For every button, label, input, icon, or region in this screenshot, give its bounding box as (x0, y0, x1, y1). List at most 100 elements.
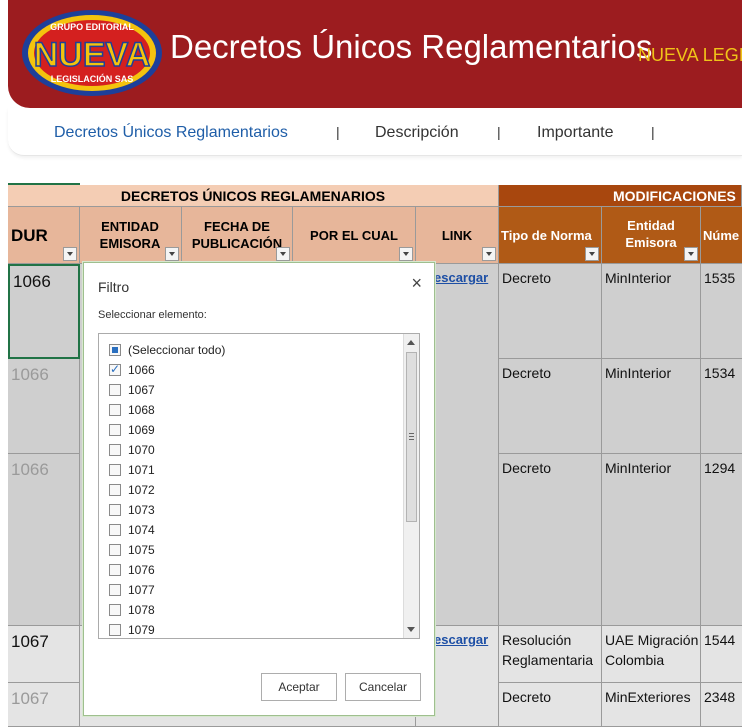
col-header-numero: Núme (701, 207, 742, 264)
nueva-legislacion-logo[interactable]: GRUPO EDITORIAL NUEVA LEGISLACIÓN SAS (20, 8, 165, 98)
filter-dropdown-fecha[interactable] (276, 247, 290, 261)
table-cell-entidad[interactable]: MinExteriores (602, 683, 701, 727)
col-header-link: LINK (416, 207, 499, 264)
filter-dropdown-entidad-emisora[interactable] (684, 247, 698, 261)
filter-item-list[interactable]: (Seleccionar todo) 1066 1067 1068 1069 1… (98, 333, 420, 639)
checkbox-icon[interactable] (109, 624, 121, 636)
list-item[interactable]: 1070 (109, 440, 155, 460)
list-item[interactable]: 1078 (109, 600, 155, 620)
group-header-modificaciones: MODIFICACIONES (499, 185, 742, 207)
cell-text: Resolución Reglamentaria (502, 632, 594, 668)
table-cell-tipo[interactable]: Decreto (499, 264, 602, 359)
cell-text: Decreto (502, 689, 552, 705)
list-item[interactable]: 1075 (109, 540, 155, 560)
table-cell-numero[interactable]: 2348 (701, 683, 742, 727)
scroll-thumb[interactable] (406, 352, 417, 522)
table-cell-entidad[interactable]: MinInterior (602, 454, 701, 626)
accept-button[interactable]: Aceptar (261, 673, 337, 701)
nav-link-decretos[interactable]: Decretos Únicos Reglamentarios (54, 124, 288, 142)
nav-link-importante[interactable]: Importante (537, 124, 613, 142)
checkbox-icon[interactable] (109, 464, 121, 476)
dialog-title: Filtro (98, 279, 130, 295)
checkbox-icon[interactable] (109, 424, 121, 436)
col-header-entidad: ENTIDAD EMISORA (80, 207, 182, 264)
cell-text: 1066 (11, 460, 49, 479)
checkbox-icon[interactable] (109, 584, 121, 596)
cell-text: UAE Migración Colombia (605, 632, 699, 668)
checkbox-icon[interactable] (109, 544, 121, 556)
list-item-label: 1068 (128, 403, 155, 417)
filter-dropdown-link[interactable] (482, 247, 496, 261)
table-cell-tipo[interactable]: Decreto (499, 683, 602, 727)
list-item-label: 1069 (128, 423, 155, 437)
cell-text: MinExteriores (605, 689, 691, 705)
table-cell-numero[interactable]: 1544 (701, 626, 742, 683)
table-cell-numero[interactable]: 1535 (701, 264, 742, 359)
checkbox-icon[interactable] (109, 362, 121, 376)
table-cell-entidad[interactable]: MinInterior (602, 359, 701, 454)
list-item[interactable]: 1076 (109, 560, 155, 580)
table-cell-dur[interactable]: 1066 (8, 264, 80, 359)
table-cell-dur[interactable]: 1066 (8, 454, 80, 626)
cell-text: MinInterior (605, 270, 672, 286)
checkbox-icon[interactable] (109, 604, 121, 616)
banner-subtitle: NUEVA LEGIS (638, 45, 742, 65)
checkbox-icon[interactable] (109, 484, 121, 496)
cell-text: 2348 (704, 689, 736, 705)
list-item[interactable]: 1079 (109, 620, 155, 638)
list-item[interactable]: 1072 (109, 480, 155, 500)
table-cell-dur[interactable]: 1067 (8, 683, 80, 727)
grip-line (409, 439, 414, 440)
checkbox-icon[interactable] (109, 524, 121, 536)
list-item[interactable]: 1069 (109, 420, 155, 440)
cell-text: 1067 (11, 632, 49, 651)
filter-dropdown-entidad[interactable] (165, 247, 179, 261)
cancel-button[interactable]: Cancelar (345, 673, 421, 701)
list-item[interactable]: (Seleccionar todo) (109, 340, 225, 360)
list-item-label: 1076 (128, 563, 155, 577)
nav-link-descripcion[interactable]: Descripción (375, 124, 459, 142)
table-cell-tipo[interactable]: Decreto (499, 359, 602, 454)
checkbox-icon[interactable] (109, 504, 121, 516)
table-cell-dur[interactable]: 1067 (8, 626, 80, 683)
cell-text: 1535 (704, 270, 736, 286)
download-link[interactable]: escargar (434, 268, 488, 288)
checkbox-icon[interactable] (109, 344, 121, 356)
svg-text:GRUPO EDITORIAL: GRUPO EDITORIAL (50, 22, 134, 32)
list-item[interactable]: 1071 (109, 460, 155, 480)
checkbox-icon[interactable] (109, 444, 121, 456)
grip-line (409, 436, 414, 437)
col-header-fecha: FECHA DE PUBLICACIÓN (182, 207, 293, 264)
table-cell-numero[interactable]: 1534 (701, 359, 742, 454)
cell-text: Decreto (502, 365, 552, 381)
svg-text:LEGISLACIÓN SAS: LEGISLACIÓN SAS (51, 73, 134, 84)
table-cell-tipo[interactable]: Decreto (499, 454, 602, 626)
list-item-label: 1077 (128, 583, 155, 597)
list-item[interactable]: 1066 (109, 360, 155, 380)
checkbox-icon[interactable] (109, 384, 121, 396)
filter-dropdown-porcual[interactable] (399, 247, 413, 261)
list-item[interactable]: 1077 (109, 580, 155, 600)
banner-title: Decretos Únicos Reglamentarios (170, 28, 653, 65)
table-cell-dur[interactable]: 1066 (8, 359, 80, 454)
list-item[interactable]: 1074 (109, 520, 155, 540)
checkbox-icon[interactable] (109, 564, 121, 576)
list-item[interactable]: 1073 (109, 500, 155, 520)
cell-text: 1066 (13, 272, 51, 291)
table-cell-entidad[interactable]: MinInterior (602, 264, 701, 359)
list-item-label: 1074 (128, 523, 155, 537)
table-cell-entidad[interactable]: UAE Migración Colombia (602, 626, 701, 683)
checkbox-icon[interactable] (109, 404, 121, 416)
download-link[interactable]: escargar (434, 630, 488, 650)
filter-dropdown-tipo[interactable] (585, 247, 599, 261)
list-item[interactable]: 1067 (109, 380, 155, 400)
table-cell-tipo[interactable]: Resolución Reglamentaria (499, 626, 602, 683)
list-item[interactable]: 1068 (109, 400, 155, 420)
scroll-up-icon[interactable] (407, 340, 415, 345)
close-icon[interactable]: × (411, 273, 422, 294)
list-scrollbar[interactable] (403, 334, 419, 638)
list-item-label: 1071 (128, 463, 155, 477)
table-cell-numero[interactable]: 1294 (701, 454, 742, 626)
filter-dropdown-dur[interactable] (63, 247, 77, 261)
scroll-down-icon[interactable] (407, 627, 415, 632)
